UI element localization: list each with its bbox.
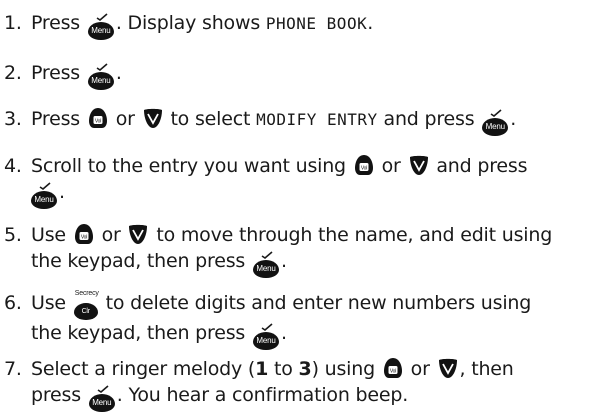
down-key-icon [127,223,149,245]
menu-key-icon: Menu [252,251,279,278]
menu-key-icon: Menu [87,13,114,40]
step-text: . Display shows [115,12,261,34]
svg-text:Vol: Vol [81,235,87,241]
step-text: Press [31,108,81,130]
step-number: 1. [4,12,22,34]
step-text: Scroll to the entry you want using [31,155,346,177]
step-7: 7. Select a ringer melody (1 to 3) using … [4,356,589,412]
down-key-icon [437,357,459,379]
svg-text:Vol: Vol [361,166,367,172]
svg-text:Vol: Vol [390,369,396,375]
menu-key-icon: Menu [482,109,509,136]
down-key-icon [142,107,164,129]
step-text: Press [31,62,81,84]
step-number: 5. [4,224,22,246]
step-2: 2. Press Menu. [4,60,589,90]
display-text: MODIFY ENTRY [256,110,378,129]
step-text: Use [31,224,66,246]
vol-up-key-icon: Vol [382,357,404,379]
menu-key-icon: Menu [87,63,114,90]
step-number: 3. [4,108,22,130]
svg-text:Vol: Vol [95,119,101,125]
menu-key-icon: Menu [88,385,115,412]
step-6: 6. Use Secrecy Clr to delete digits and en… [4,290,589,350]
step-text: Press [31,12,81,34]
step-4: 4. Scroll to the entry you want using Vol… [4,153,589,209]
vol-up-key-icon: Vol [87,107,109,129]
menu-key-icon: Menu [252,323,279,350]
step-number: 2. [4,62,22,84]
step-number: 4. [4,155,22,177]
step-text: Use [31,292,66,314]
secrecy-label: Secrecy [74,290,99,297]
step-number: 7. [4,358,22,380]
menu-key-icon: Menu [31,182,57,209]
step-text: Select a ringer melody ( [31,358,256,380]
vol-up-key-icon: Vol [353,154,375,176]
step-3: 3. Press Vol or to select MODIFY ENTRY an… [4,106,589,136]
clear-key-icon: Secrecy Clr [73,290,99,320]
display-text: PHONE BOOK [265,14,368,33]
vol-up-key-icon: Vol [73,223,95,245]
step-number: 6. [4,292,22,314]
step-1: 1. Press Menu. Display shows PHONE BOOK. [4,10,589,40]
step-5: 5. Use Vol or to move through the name, a… [4,222,589,278]
down-key-icon [408,154,430,176]
